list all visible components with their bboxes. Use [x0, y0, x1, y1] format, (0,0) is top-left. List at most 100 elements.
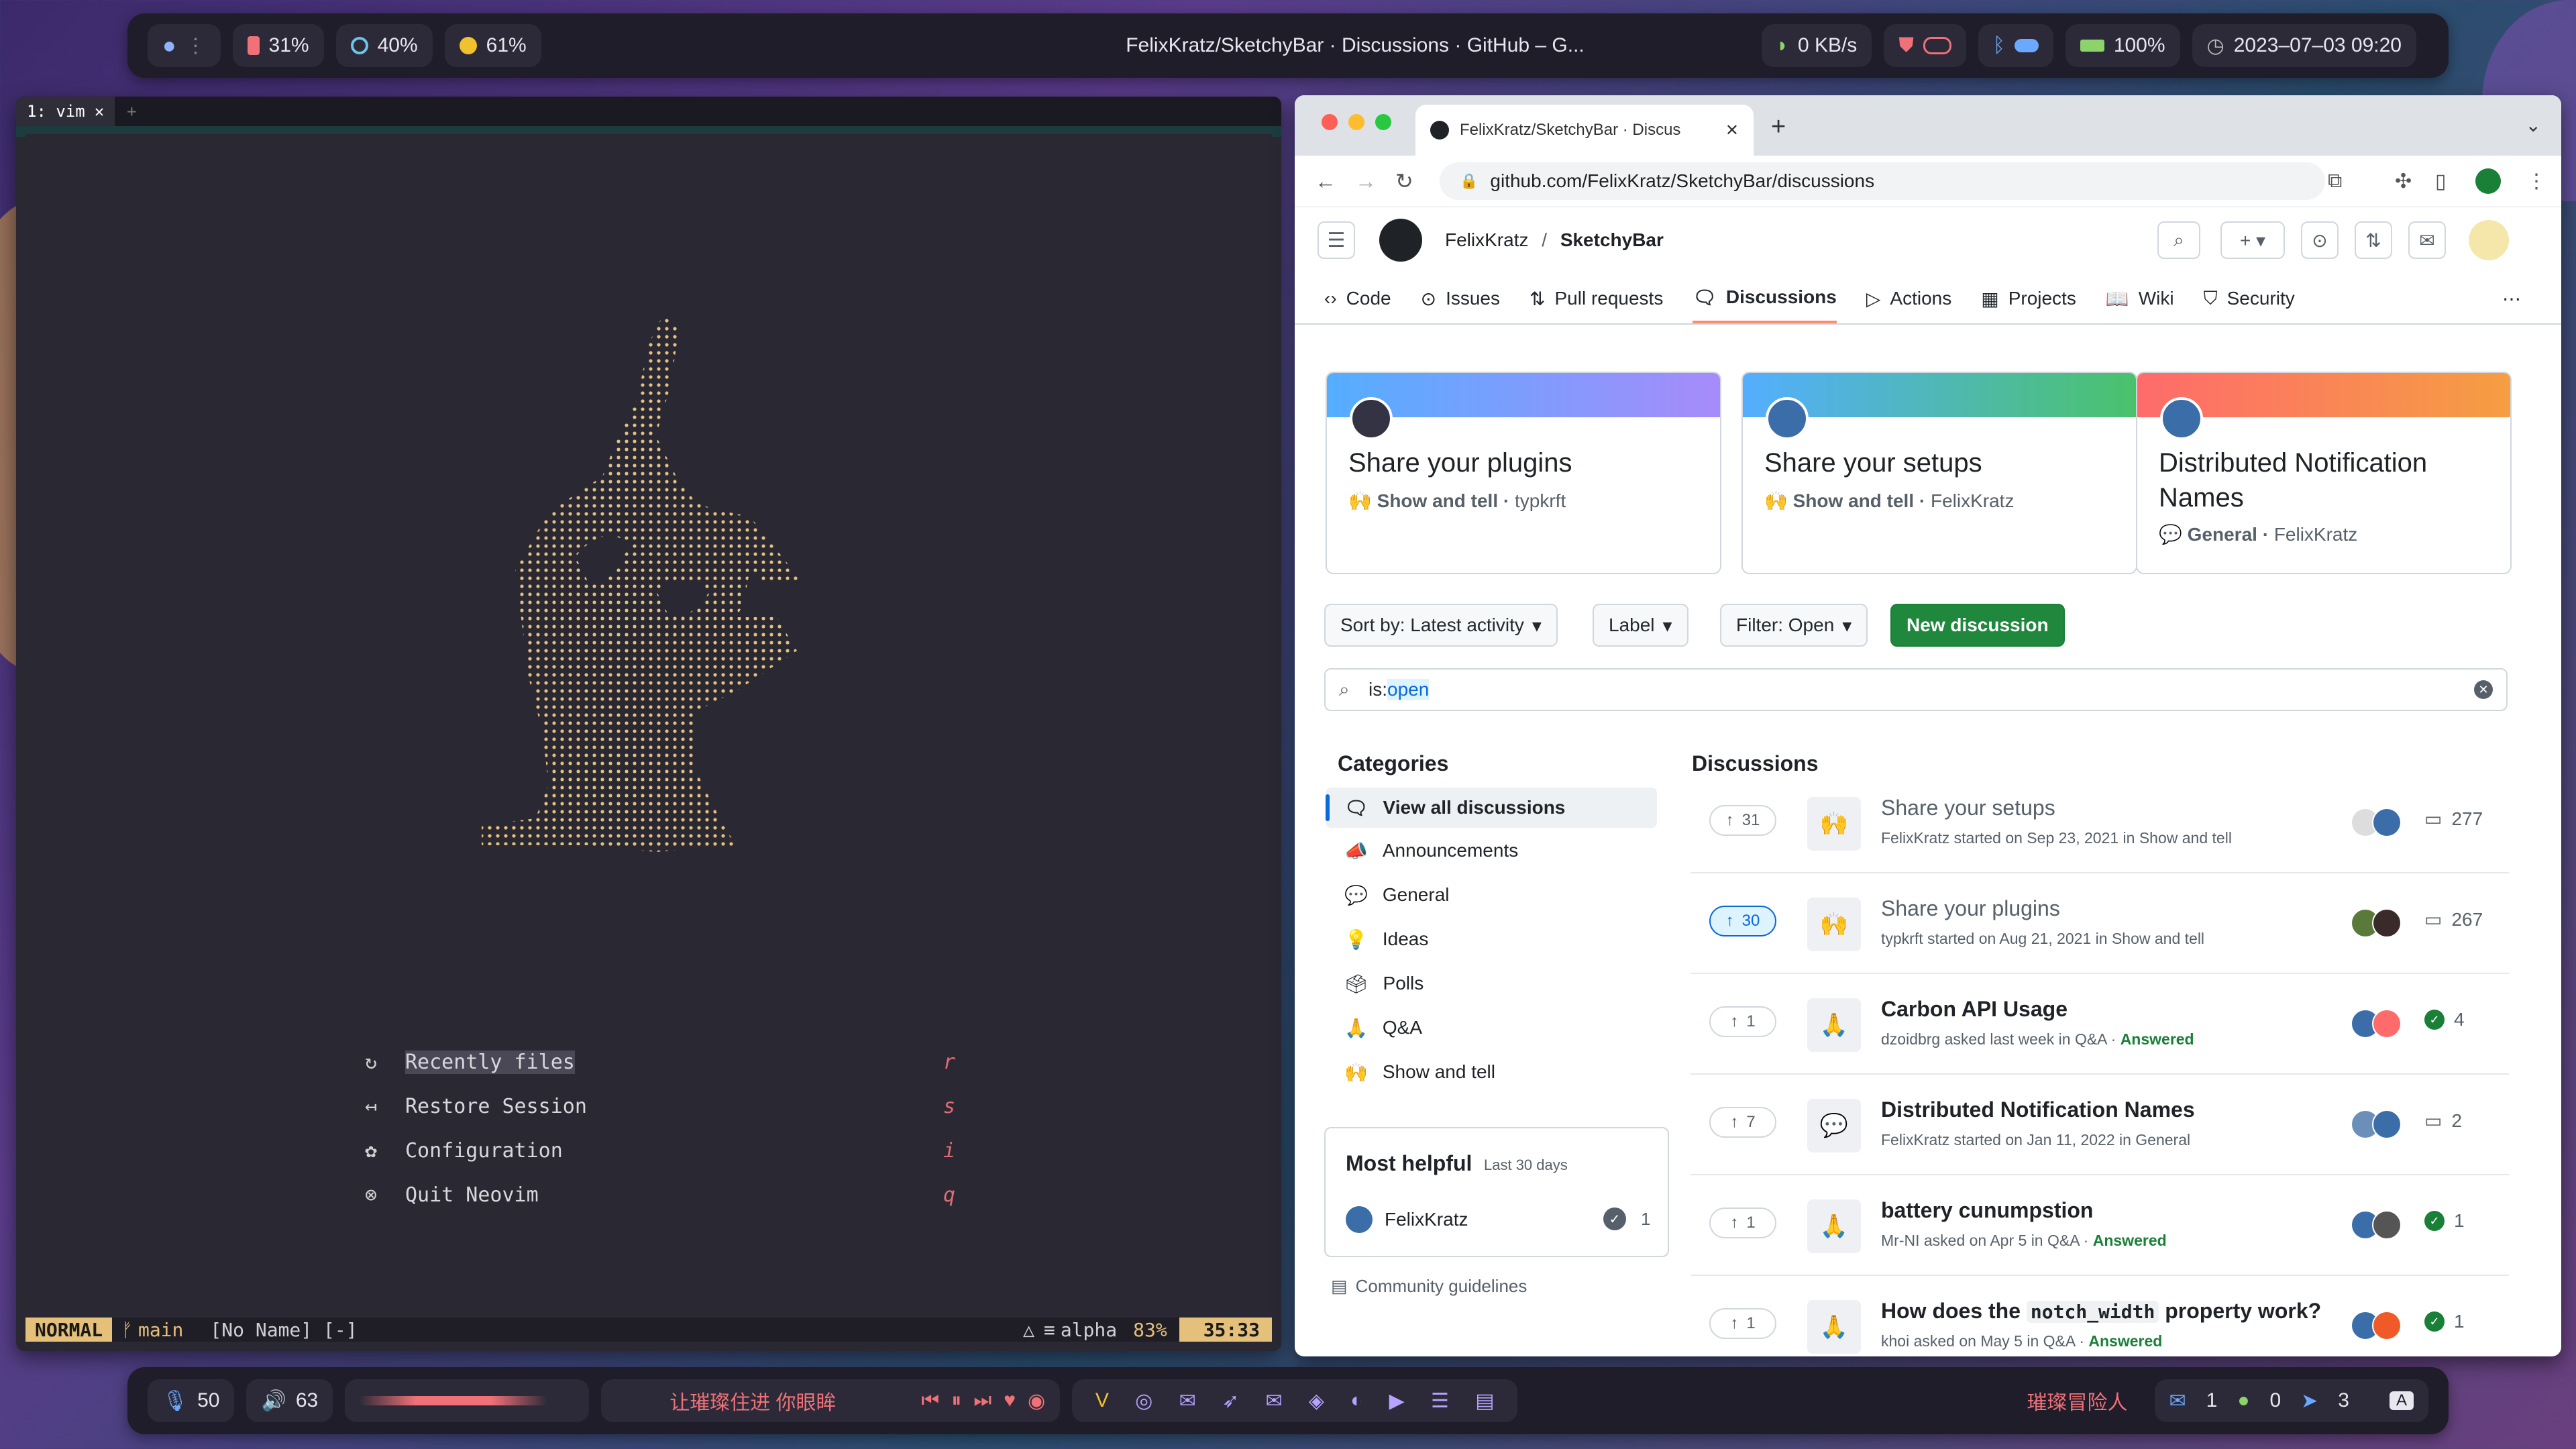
discussion-title[interactable]: Distributed Notification Names: [1881, 1097, 2195, 1122]
new-discussion-button[interactable]: New discussion: [1890, 604, 2065, 647]
close-icon[interactable]: ✕: [1725, 121, 1739, 140]
stack-app-icon[interactable]: ☰: [1431, 1389, 1449, 1413]
category-qa[interactable]: 🙏 Q&A: [1326, 1008, 1657, 1048]
inbox-icon[interactable]: ✉: [2408, 221, 2446, 259]
pinned-discussion-card[interactable]: Share your setups 🙌 Show and tell · Feli…: [1741, 372, 2137, 574]
notes-app-icon[interactable]: ▤: [1475, 1389, 1494, 1413]
category-general[interactable]: 💬 General: [1326, 875, 1657, 915]
close-icon[interactable]: ✕: [95, 102, 104, 121]
menu-quit[interactable]: ⊗ Quit Neovim q: [365, 1173, 955, 1217]
clear-icon[interactable]: ✕: [2474, 680, 2493, 699]
discussion-title[interactable]: How does the notch_width property work?: [1881, 1299, 2321, 1324]
zoom-window-button[interactable]: [1375, 114, 1391, 130]
category-view-all[interactable]: 🗨 View all discussions: [1326, 788, 1657, 828]
front-window-title[interactable]: FelixKratz/SketchyBar · Discussions · Gi…: [1126, 34, 1585, 57]
extensions-icon[interactable]: ⧉: [2328, 170, 2342, 193]
upvote-button[interactable]: ↑ 7: [1709, 1107, 1776, 1138]
video-app-icon[interactable]: ▶: [1389, 1389, 1405, 1413]
mic-widget[interactable]: 🎙 50: [148, 1379, 235, 1422]
back-icon[interactable]: ←: [1315, 169, 1336, 194]
upvote-button[interactable]: ↑ 1: [1709, 1006, 1776, 1037]
wechat-icon[interactable]: ●: [2237, 1389, 2249, 1412]
mail-app-icon[interactable]: ✉: [1265, 1389, 1282, 1413]
terminal-window[interactable]: 1: vim ✕ + ↻ Recently files r ↤ Restore …: [16, 97, 1281, 1351]
menu-configuration[interactable]: ✿ Configuration i: [365, 1128, 955, 1173]
tab-wiki[interactable]: 📖 Wiki: [2106, 288, 2174, 323]
puzzle-icon[interactable]: ✣: [2395, 170, 2412, 193]
memory-widget[interactable]: 31%: [232, 24, 324, 67]
safari-app-icon[interactable]: ◈: [1309, 1389, 1324, 1413]
volume-widget[interactable]: 🔊 63: [246, 1379, 333, 1422]
bluetooth-widget[interactable]: ᛒ: [1978, 24, 2053, 67]
netease-icon[interactable]: ◉: [1028, 1389, 1045, 1413]
minimize-window-button[interactable]: [1348, 114, 1364, 130]
more-tabs-icon[interactable]: ⋯: [2502, 288, 2521, 323]
upvote-button[interactable]: ↑ 1: [1709, 1208, 1776, 1238]
vpn-widget[interactable]: ⛊: [1884, 24, 1966, 67]
address-bar[interactable]: 🔒 github.com/FelixKratz/SketchyBar/discu…: [1440, 162, 2325, 200]
sidebar-icon[interactable]: ▯: [2435, 170, 2447, 193]
kebab-icon[interactable]: ⋮: [2526, 170, 2546, 193]
cpu-widget[interactable]: 40%: [335, 24, 433, 67]
filter-dropdown[interactable]: Filter: Open ▾: [1720, 604, 1868, 647]
profile-avatar[interactable]: [2475, 168, 2501, 194]
hamburger-icon[interactable]: ☰: [1318, 221, 1355, 259]
terminal-tab[interactable]: 1: vim ✕: [16, 97, 115, 126]
vim-app-icon[interactable]: V: [1095, 1389, 1109, 1412]
telegram-icon[interactable]: ➤: [2301, 1389, 2318, 1413]
repo-owner-link[interactable]: FelixKratz: [1445, 229, 1528, 250]
apple-menu[interactable]: ● ⋮: [148, 24, 221, 67]
close-window-button[interactable]: [1322, 114, 1338, 130]
new-tab-icon[interactable]: +: [1771, 113, 1786, 142]
category-announcements[interactable]: 📣 Announcements: [1326, 830, 1657, 871]
list-item[interactable]: ↑ 30 🙌 Share your plugins typkrft started…: [1690, 872, 2509, 974]
pinned-discussion-card[interactable]: Distributed Notification Names 💬 General…: [2136, 372, 2512, 574]
repo-name-link[interactable]: SketchyBar: [1560, 229, 1664, 250]
pause-icon[interactable]: ⏸: [951, 1389, 961, 1413]
browser-window[interactable]: FelixKratz/SketchyBar · Discus ✕ + ⌄ ← →…: [1295, 95, 2561, 1356]
tab-issues[interactable]: ⊙ Issues: [1421, 288, 1500, 323]
list-item[interactable]: ↑ 7 💬 Distributed Notification Names Feli…: [1690, 1073, 2509, 1175]
list-item[interactable]: ↑ 1 🙏 Carbon API Usage dzoidbrg asked las…: [1690, 973, 2509, 1075]
github-logo-icon[interactable]: [1379, 219, 1422, 262]
upvote-button[interactable]: ↑ 30: [1709, 906, 1776, 936]
list-item[interactable]: ↑ 31 🙌 Share your setups FelixKratz start…: [1690, 771, 2509, 873]
game-app-icon[interactable]: ◐: [1350, 1389, 1362, 1412]
list-item[interactable]: ↑ 1 🙏 battery cunumpstion Mr-NI asked on …: [1690, 1174, 2509, 1276]
community-guidelines-link[interactable]: ▤ Community guidelines: [1331, 1276, 1527, 1297]
category-show-and-tell[interactable]: 🙌 Show and tell: [1326, 1052, 1657, 1092]
create-new-icon[interactable]: + ▾: [2220, 221, 2285, 259]
app-icon[interactable]: ◎: [1135, 1389, 1152, 1413]
chevron-down-icon[interactable]: ⌄: [2526, 114, 2541, 136]
category-polls[interactable]: 🗳 Polls: [1326, 963, 1657, 1004]
most-helpful-user[interactable]: FelixKratz: [1385, 1209, 1468, 1230]
upvote-button[interactable]: ↑ 31: [1709, 805, 1776, 836]
discussion-title[interactable]: Share your setups: [1881, 796, 2055, 820]
tab-actions[interactable]: ▷ Actions: [1866, 288, 1951, 323]
network-widget[interactable]: ◗ 0 KB/s: [1761, 24, 1872, 67]
tab-projects[interactable]: ▦ Projects: [1981, 288, 2076, 323]
previous-icon[interactable]: ⏮: [921, 1389, 939, 1413]
discussion-search-input[interactable]: ⌕ is: open ✕: [1324, 668, 2508, 711]
next-icon[interactable]: ⏭: [973, 1389, 991, 1413]
tab-code[interactable]: ‹› Code: [1324, 288, 1391, 323]
tab-discussions[interactable]: 🗨 Discussions: [1693, 286, 1837, 323]
menu-restore-session[interactable]: ↤ Restore Session s: [365, 1084, 955, 1128]
mail-icon[interactable]: ✉: [2169, 1389, 2186, 1413]
new-tab-icon[interactable]: +: [127, 102, 136, 121]
input-source[interactable]: A: [2389, 1391, 2414, 1410]
bird-app-icon[interactable]: ➶: [1222, 1389, 1239, 1413]
search-icon[interactable]: ⌕: [2157, 221, 2200, 259]
pinned-discussion-card[interactable]: Share your plugins 🙌 Show and tell · typ…: [1326, 372, 1721, 574]
discussion-title[interactable]: battery cunumpstion: [1881, 1198, 2093, 1223]
now-playing[interactable]: 让璀璨住进 你眼眸 ⏮ ⏸ ⏭ ♥ ◉: [601, 1379, 1061, 1422]
discussion-title[interactable]: Carbon API Usage: [1881, 997, 2068, 1022]
battery-widget[interactable]: 100%: [2065, 24, 2180, 67]
clock-widget[interactable]: ◷ 2023–07–03 09:20: [2192, 24, 2416, 67]
pull-request-icon[interactable]: ⇅: [2355, 221, 2392, 259]
tab-security[interactable]: ⛉ Security: [2204, 288, 2295, 323]
browser-tab[interactable]: FelixKratz/SketchyBar · Discus ✕: [1415, 105, 1754, 156]
upvote-button[interactable]: ↑ 1: [1709, 1308, 1776, 1339]
discussion-title[interactable]: Share your plugins: [1881, 896, 2060, 921]
menu-recent-files[interactable]: ↻ Recently files r: [365, 1040, 955, 1084]
